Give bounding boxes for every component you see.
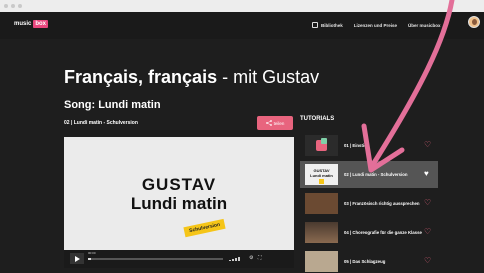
window-dot-icon	[11, 4, 15, 8]
tutorial-thumbnail	[305, 135, 338, 156]
tutorials-heading: TUTORIALS	[300, 116, 335, 122]
favorite-heart-icon[interactable]: ♥	[424, 170, 429, 178]
nav-links: Bibliothek Lizenzen und Preise Über musi…	[312, 22, 452, 28]
page-title: Français, français - mit Gustav	[64, 67, 319, 88]
favorite-heart-icon[interactable]: ♡	[424, 257, 431, 265]
share-icon	[265, 120, 272, 126]
tutorial-thumbnail	[305, 251, 338, 272]
tutorial-label: 05 | Das Schlagzeug	[344, 258, 386, 264]
tutorial-item[interactable]: 05 | Das Schlagzeug ♡	[300, 248, 438, 273]
tutorial-item-active[interactable]: GUSTAV Lundi matin 02 | Lundi matin - Sch…	[300, 161, 438, 188]
song-title: Song: Lundi matin	[64, 99, 161, 111]
progress-fill	[88, 258, 91, 260]
video-time: 00:00	[88, 251, 96, 255]
tutorial-label: 02 | Lundi matin - Schulversion	[344, 171, 408, 177]
window-dot-icon	[18, 4, 22, 8]
settings-gear-icon[interactable]: ⚙	[249, 256, 254, 261]
nav-link-licenses[interactable]: Lizenzen und Preise	[354, 23, 397, 28]
musicbox-logo[interactable]: music box	[14, 20, 49, 28]
tutorial-thumbnail	[305, 193, 338, 214]
volume-icon[interactable]	[229, 257, 243, 261]
tutorial-item[interactable]: 04 | Choreografie für die ganze Klasse ♡	[300, 219, 438, 246]
favorite-heart-icon[interactable]: ♡	[424, 141, 431, 149]
video-player[interactable]: GUSTAV Lundi matin Schulversion 00:00 ⚙ …	[64, 137, 294, 268]
title-bold: Français, français	[64, 67, 218, 87]
tutorial-label: 03 | Französisch richtig aussprechen	[344, 200, 420, 206]
tutorial-label: 01 | Einstieg	[344, 142, 370, 148]
video-title-line1: GUSTAV	[141, 175, 217, 194]
browser-chrome	[0, 0, 484, 12]
video-tag: Schulversion	[183, 218, 226, 238]
video-progress-bar[interactable]	[88, 258, 223, 260]
logo-box: box	[33, 20, 49, 28]
title-rest: - mit Gustav	[217, 67, 320, 87]
library-icon	[312, 22, 318, 28]
user-avatar[interactable]	[468, 16, 480, 28]
share-button[interactable]: teilen	[257, 116, 293, 130]
nav-link-library[interactable]: Bibliothek	[321, 23, 343, 28]
top-navigation: music box Bibliothek Lizenzen und Preise…	[0, 12, 484, 39]
tutorial-item[interactable]: 01 | Einstieg ♡	[300, 132, 438, 159]
tutorial-label: 04 | Choreografie für die ganze Klasse	[344, 229, 422, 235]
tutorial-thumbnail	[305, 222, 338, 243]
favorite-heart-icon[interactable]: ♡	[424, 228, 431, 236]
tutorial-thumbnail: GUSTAV Lundi matin	[305, 164, 338, 185]
video-subtitle: 02 | Lundi matin - Schulversion	[64, 120, 138, 126]
play-button[interactable]	[70, 253, 84, 264]
fullscreen-icon[interactable]: ⛶	[258, 256, 263, 261]
video-title-line2: Lundi matin	[130, 194, 228, 213]
window-dot-icon	[4, 4, 8, 8]
favorite-heart-icon[interactable]: ♡	[424, 199, 431, 207]
nav-link-about[interactable]: Über musicbox	[408, 23, 441, 28]
share-label: teilen	[273, 120, 285, 126]
tutorial-item[interactable]: 03 | Französisch richtig aussprechen ♡	[300, 190, 438, 217]
avatar-face-icon	[472, 19, 477, 25]
video-controls: 00:00 ⚙ ⛶	[64, 250, 294, 268]
logo-text: music	[14, 21, 32, 27]
